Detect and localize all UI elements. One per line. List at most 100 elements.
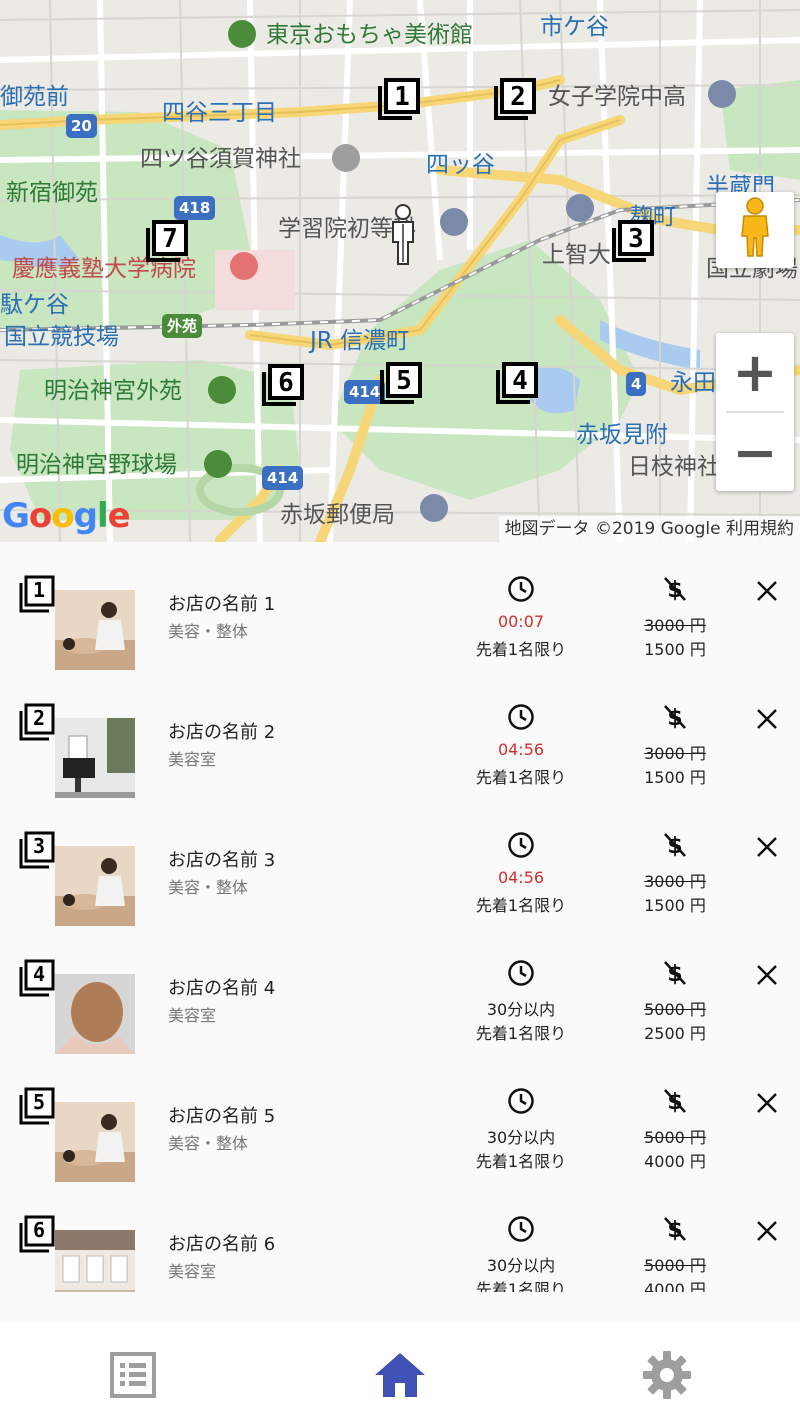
clock-icon bbox=[508, 576, 534, 602]
park-icon bbox=[204, 450, 232, 478]
zoom-controls: + − bbox=[716, 333, 794, 491]
shop-row[interactable]: 4 お店の名前 4 美容室 30分以内 先着1名限り $ 5000 円 2500… bbox=[0, 926, 800, 1054]
original-price: 3000 円 bbox=[644, 744, 706, 763]
map-label-sophia-univ: 上智大 bbox=[542, 242, 611, 268]
discount-price: 1500 円 bbox=[644, 640, 706, 659]
original-price: 3000 円 bbox=[644, 872, 706, 891]
no-money-icon: $ bbox=[664, 1089, 686, 1115]
shop-row[interactable]: 5 お店の名前 5 美容・整体 30分以内 先着1名限り $ 5000 円 40… bbox=[0, 1054, 800, 1182]
map-marker-3[interactable]: 3 bbox=[610, 218, 656, 264]
zoom-in-button[interactable]: + bbox=[716, 333, 794, 411]
clock-icon bbox=[508, 832, 534, 858]
shop-marker-badge: 2 bbox=[18, 702, 56, 742]
shop-name: お店の名前 1 bbox=[168, 594, 276, 615]
shop-marker-badge: 5 bbox=[18, 1086, 56, 1126]
map-label-gyoenmae: 御苑前 bbox=[0, 84, 69, 110]
shop-limit: 先着1名限り bbox=[475, 1024, 567, 1043]
map-marker-7[interactable]: 7 bbox=[144, 218, 190, 264]
close-icon[interactable] bbox=[752, 960, 782, 990]
app-screen: 東京おもちゃ美術館 市ケ谷 御苑前 四谷三丁目 女子学院中高 四ツ谷須賀神社 四… bbox=[0, 0, 800, 1427]
shop-category: 美容室 bbox=[168, 750, 217, 769]
bottom-navigation bbox=[0, 1322, 800, 1427]
discount-price: 1500 円 bbox=[644, 768, 706, 787]
map-label-suga-shrine: 四ツ谷須賀神社 bbox=[140, 146, 301, 172]
map-marker-6[interactable]: 6 bbox=[260, 362, 306, 408]
clock-icon bbox=[508, 960, 534, 986]
map-marker-5[interactable]: 5 bbox=[378, 360, 424, 406]
clock-icon bbox=[508, 1216, 534, 1242]
nav-list-button[interactable] bbox=[0, 1322, 266, 1427]
shop-time: 00:07 bbox=[497, 612, 545, 631]
original-price: 5000 円 bbox=[644, 1256, 706, 1275]
map-label-akasaka-mitsuke: 赤坂見附 bbox=[576, 422, 668, 448]
map-marker-2[interactable]: 2 bbox=[492, 76, 538, 122]
gear-icon bbox=[643, 1350, 691, 1399]
shrine-icon bbox=[332, 144, 360, 172]
map-label-shinanomachi: JR 信濃町 bbox=[310, 328, 410, 354]
nav-home-button[interactable] bbox=[267, 1322, 533, 1427]
road-badge-418: 418 bbox=[174, 196, 216, 220]
shop-thumbnail bbox=[55, 846, 135, 926]
close-icon[interactable] bbox=[752, 832, 782, 862]
hospital-icon bbox=[230, 252, 258, 280]
shop-category: 美容・整体 bbox=[168, 878, 249, 897]
original-price: 5000 円 bbox=[644, 1000, 706, 1019]
shop-row[interactable]: 6 お店の名前 6 美容室 30分以内 先着1名限り $ 5000 円 4000… bbox=[0, 1182, 800, 1292]
map-marker-1[interactable]: 1 bbox=[376, 76, 422, 122]
map-label-shinjuku-gyoen: 新宿御苑 bbox=[6, 180, 98, 206]
nav-settings-button[interactable] bbox=[534, 1322, 800, 1427]
list-icon bbox=[110, 1351, 156, 1398]
shop-time: 30分以内 bbox=[486, 1000, 556, 1019]
map-label-toy-museum: 東京おもちゃ美術館 bbox=[266, 22, 473, 48]
shop-time: 04:56 bbox=[497, 868, 545, 887]
shop-list[interactable]: 1 お店の名前 1 美容・整体 00:07 先着1名限り $ 3000 円 15… bbox=[0, 542, 800, 1292]
shop-limit: 先着1名限り bbox=[475, 896, 567, 915]
map-view[interactable]: 東京おもちゃ美術館 市ケ谷 御苑前 四谷三丁目 女子学院中高 四ツ谷須賀神社 四… bbox=[0, 0, 800, 542]
road-badge-20: 20 bbox=[66, 114, 97, 138]
discount-price: 1500 円 bbox=[644, 896, 706, 915]
no-money-icon: $ bbox=[664, 961, 686, 987]
shop-time: 30分以内 bbox=[486, 1128, 556, 1147]
post-office-icon bbox=[420, 494, 448, 522]
discount-price: 4000 円 bbox=[644, 1280, 706, 1292]
shop-row[interactable]: 2 お店の名前 2 美容室 04:56 先着1名限り $ 3000 円 1500… bbox=[0, 670, 800, 798]
map-label-jingu-stadium: 明治神宮野球場 bbox=[16, 452, 177, 478]
shop-name: お店の名前 3 bbox=[168, 850, 276, 871]
shop-limit: 先着1名限り bbox=[475, 640, 567, 659]
street-view-button[interactable] bbox=[716, 192, 794, 268]
close-icon[interactable] bbox=[752, 704, 782, 734]
map-label-yotsuya: 四ッ谷 bbox=[426, 152, 495, 178]
current-location-person-icon bbox=[392, 204, 414, 265]
shop-thumbnail bbox=[55, 590, 135, 670]
home-icon bbox=[375, 1352, 425, 1397]
shop-thumbnail bbox=[55, 1102, 135, 1182]
map-label-akasaka-post: 赤坂郵便局 bbox=[280, 502, 395, 528]
shop-category: 美容・整体 bbox=[168, 622, 249, 641]
close-icon[interactable] bbox=[752, 1216, 782, 1246]
shop-name: お店の名前 6 bbox=[168, 1234, 276, 1255]
map-attribution[interactable]: 地図データ ©2019 Google 利用規約 bbox=[498, 516, 800, 542]
close-icon[interactable] bbox=[752, 576, 782, 606]
map-marker-4[interactable]: 4 bbox=[494, 360, 540, 406]
road-badge-gaien: 外苑 bbox=[162, 314, 203, 338]
shop-category: 美容・整体 bbox=[168, 1134, 249, 1153]
road-badge-4: 4 bbox=[626, 372, 647, 396]
shop-name: お店の名前 2 bbox=[168, 722, 276, 743]
map-label-hie-shrine: 日枝神社 bbox=[628, 454, 720, 480]
original-price: 3000 円 bbox=[644, 616, 706, 635]
park-icon bbox=[208, 376, 236, 404]
no-money-icon: $ bbox=[664, 1217, 686, 1243]
pegman-icon bbox=[741, 197, 769, 257]
no-money-icon: $ bbox=[664, 705, 686, 731]
shop-row[interactable]: 3 お店の名前 3 美容・整体 04:56 先着1名限り $ 3000 円 15… bbox=[0, 798, 800, 926]
zoom-out-button[interactable]: − bbox=[716, 413, 794, 491]
clock-icon bbox=[508, 1088, 534, 1114]
road-badge-414-south: 414 bbox=[262, 466, 304, 490]
shop-thumbnail bbox=[55, 974, 135, 1054]
shop-name: お店の名前 4 bbox=[168, 978, 276, 999]
shop-row[interactable]: 1 お店の名前 1 美容・整体 00:07 先着1名限り $ 3000 円 15… bbox=[0, 542, 800, 670]
map-label-ichigaya: 市ケ谷 bbox=[540, 14, 609, 40]
original-price: 5000 円 bbox=[644, 1128, 706, 1147]
shop-thumbnail bbox=[55, 1230, 135, 1292]
close-icon[interactable] bbox=[752, 1088, 782, 1118]
